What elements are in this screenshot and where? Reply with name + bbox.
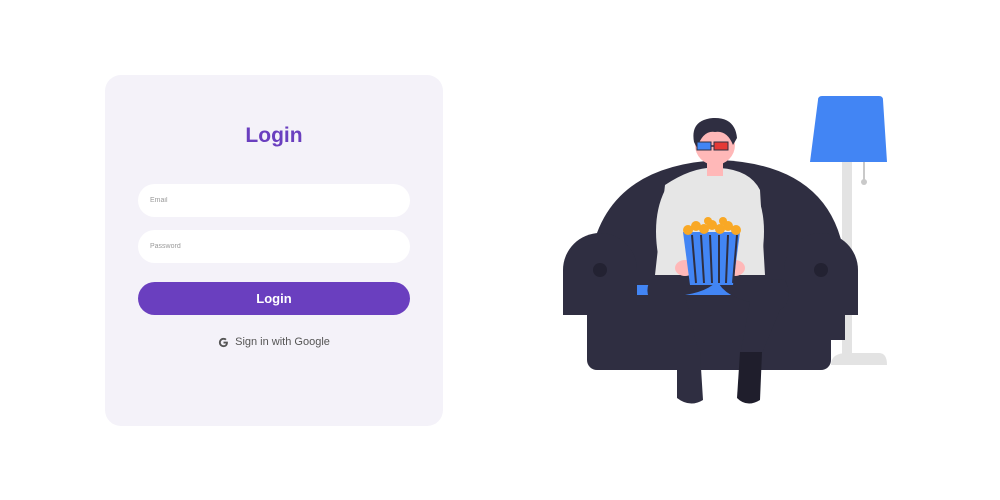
google-signin-button[interactable]: Sign in with Google <box>138 333 410 351</box>
email-field[interactable] <box>138 184 410 217</box>
login-button[interactable]: Login <box>138 282 410 315</box>
google-g-icon <box>218 337 229 348</box>
login-title: Login <box>245 124 303 147</box>
login-page: Login Login Sign in with Google <box>0 0 1000 500</box>
person-on-couch-illustration <box>563 96 887 404</box>
password-field[interactable] <box>138 230 410 263</box>
google-signin-label: Sign in with Google <box>235 336 330 348</box>
